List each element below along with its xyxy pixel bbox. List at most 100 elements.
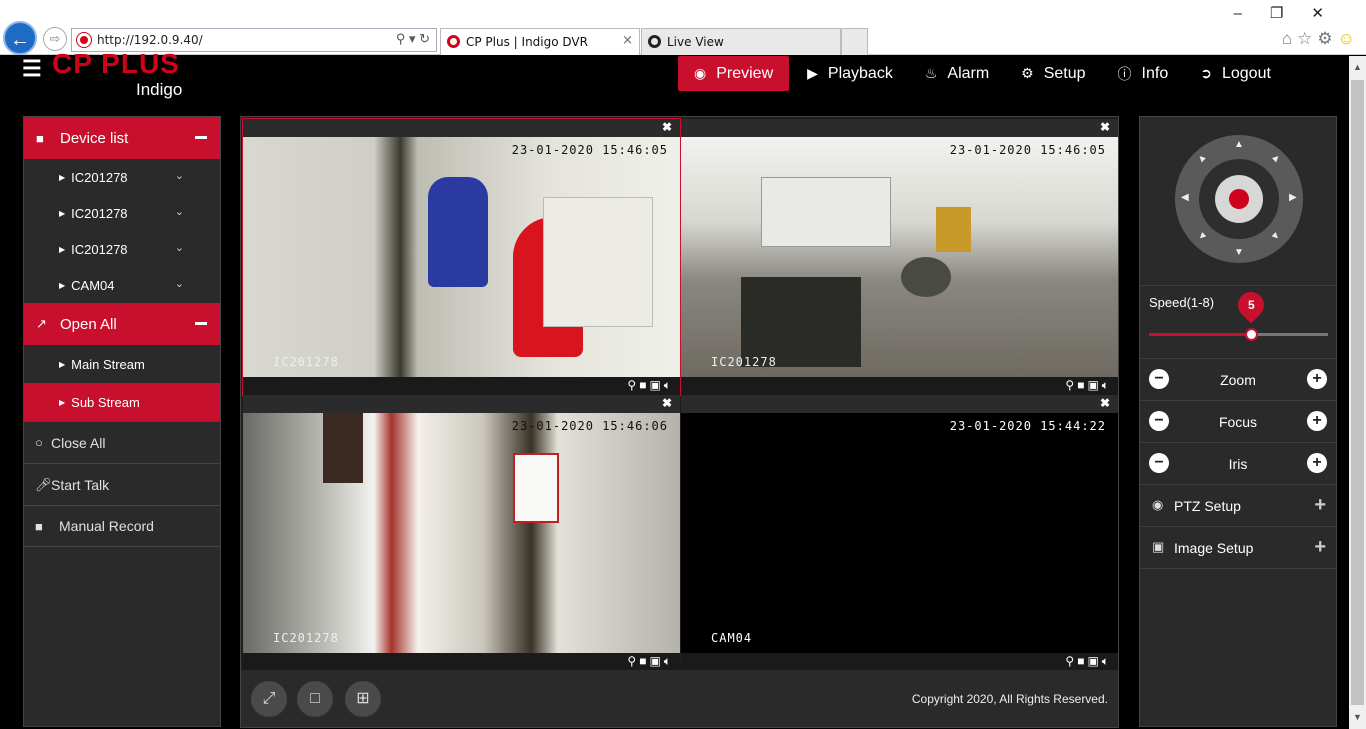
close-icon[interactable]: ✖ bbox=[662, 120, 672, 134]
device-item[interactable]: ▶ IC201278 ⌄ bbox=[24, 195, 220, 231]
video-cell-1[interactable]: ✖ 23-01-2020 15:46:05 IC201278 ⚲■▣🔈︎ bbox=[242, 118, 681, 396]
nav-info[interactable]: ⓘ Info bbox=[1104, 56, 1183, 91]
collapse-icon[interactable] bbox=[195, 322, 207, 325]
zoom-icon[interactable]: ⚲ bbox=[627, 654, 639, 668]
start-talk-button[interactable]: 🎤︎ Start Talk bbox=[24, 463, 220, 505]
nav-label: Preview bbox=[716, 64, 774, 82]
video-feed[interactable]: 23-01-2020 15:44:22 CAM04 bbox=[681, 413, 1118, 653]
audio-icon[interactable]: 🔈︎ bbox=[664, 378, 674, 392]
nav-alarm[interactable]: ♨ Alarm bbox=[911, 56, 1003, 91]
arrow-down-icon[interactable]: ▼ bbox=[1234, 247, 1244, 258]
device-item[interactable]: ▶ IC201278 ⌄ bbox=[24, 231, 220, 267]
arrow-up-right-icon[interactable]: ▲ bbox=[1269, 151, 1284, 166]
arrow-down-left-icon[interactable]: ▼ bbox=[1195, 229, 1210, 244]
arrow-right-icon[interactable]: ▶ bbox=[1289, 192, 1297, 203]
video-timestamp: 23-01-2020 15:46:05 bbox=[949, 143, 1106, 157]
restore-icon[interactable]: ❐ bbox=[1270, 5, 1311, 22]
video-cell-2[interactable]: ✖ 23-01-2020 15:46:05 IC201278 ⚲■▣🔈︎ bbox=[681, 119, 1118, 395]
video-cell-4[interactable]: ✖ 23-01-2020 15:44:22 CAM04 ⚲■▣🔈︎ bbox=[681, 395, 1118, 671]
nav-label: Info bbox=[1141, 64, 1169, 82]
record-icon[interactable]: ■ bbox=[639, 378, 649, 392]
manual-record-button[interactable]: ■ Manual Record bbox=[24, 505, 220, 547]
back-button[interactable]: ← bbox=[3, 21, 37, 55]
close-icon[interactable]: ✖ bbox=[1100, 396, 1110, 410]
logo-mark-icon: ☰ bbox=[22, 56, 42, 81]
caret-right-icon: ▶ bbox=[59, 359, 66, 369]
minimize-icon[interactable]: – bbox=[1234, 5, 1270, 22]
close-icon[interactable]: ✖ bbox=[662, 396, 672, 410]
device-item[interactable]: ▶ CAM04 ⌄ bbox=[24, 267, 220, 303]
audio-icon[interactable]: 🔈︎ bbox=[1102, 654, 1112, 668]
arrow-left-icon[interactable]: ◀ bbox=[1181, 192, 1189, 203]
notice-sign bbox=[513, 453, 559, 523]
nav-logout[interactable]: ➲ Logout bbox=[1186, 56, 1285, 91]
scrollbar-thumb[interactable] bbox=[1351, 80, 1364, 705]
audio-icon[interactable]: 🔈︎ bbox=[1102, 378, 1112, 392]
settings-gear-icon[interactable]: ⚙ bbox=[1317, 29, 1337, 48]
zoom-icon[interactable]: ⚲ bbox=[627, 378, 639, 392]
single-view-button[interactable]: □ bbox=[297, 681, 333, 717]
chevron-down-icon[interactable]: ⌄ bbox=[175, 241, 184, 254]
ptz-setup-row[interactable]: ◉ PTZ Setup + bbox=[1140, 484, 1336, 527]
home-icon[interactable]: ⌂ bbox=[1282, 29, 1297, 48]
video-feed[interactable]: 23-01-2020 15:46:06 IC201278 bbox=[243, 413, 680, 653]
scroll-up-icon[interactable]: ▲ bbox=[1353, 62, 1362, 72]
cell-toolbar: ⚲■▣🔈︎ bbox=[681, 653, 1118, 671]
speed-slider[interactable]: 5 bbox=[1149, 286, 1328, 341]
device-item[interactable]: ▶ IC201278 ⌄ bbox=[24, 159, 220, 195]
close-tab-icon[interactable]: × bbox=[622, 33, 633, 48]
expand-plus-icon[interactable]: + bbox=[1314, 494, 1326, 517]
chevron-down-icon[interactable]: ⌄ bbox=[175, 277, 184, 290]
record-icon[interactable]: ■ bbox=[1077, 654, 1087, 668]
expand-plus-icon[interactable]: + bbox=[1314, 536, 1326, 559]
focus-control: − Focus + bbox=[1140, 400, 1336, 442]
video-cell-3[interactable]: ✖ 23-01-2020 15:46:06 IC201278 ⚲■▣🔈︎ bbox=[243, 395, 680, 671]
stream-sub[interactable]: ▶ Sub Stream bbox=[24, 383, 220, 421]
stream-main[interactable]: ▶ Main Stream bbox=[24, 345, 220, 383]
record-icon[interactable]: ■ bbox=[639, 654, 649, 668]
chevron-down-icon[interactable]: ⌄ bbox=[175, 169, 184, 182]
browser-toolbar-icons[interactable]: ⌂☆⚙☺ bbox=[1282, 29, 1360, 49]
browser-tab-dvr[interactable]: CP Plus | Indigo DVR × bbox=[440, 28, 640, 55]
quad-view-button[interactable]: ⊞ bbox=[345, 681, 381, 717]
chevron-down-icon[interactable]: ⌄ bbox=[175, 205, 184, 218]
snapshot-icon[interactable]: ▣ bbox=[1087, 654, 1101, 668]
snapshot-icon[interactable]: ▣ bbox=[1087, 378, 1101, 392]
video-grid: ✖ 23-01-2020 15:46:05 IC201278 ⚲■▣🔈︎ ✖ 2… bbox=[240, 116, 1119, 728]
nav-preview[interactable]: ◉ Preview bbox=[678, 56, 790, 91]
snapshot-icon[interactable]: ▣ bbox=[649, 378, 663, 392]
nav-setup[interactable]: ⚙ Setup bbox=[1007, 56, 1099, 91]
search-refresh-icon[interactable]: ⚲ ▾ ↻ bbox=[396, 31, 430, 47]
open-all-header[interactable]: ↗ Open All bbox=[24, 303, 220, 345]
focus-plus-button[interactable]: + bbox=[1307, 411, 1327, 431]
collapse-icon[interactable] bbox=[195, 136, 207, 139]
close-all-button[interactable]: ○ Close All bbox=[24, 421, 220, 463]
iris-plus-button[interactable]: + bbox=[1307, 453, 1327, 473]
page-scrollbar[interactable]: ▲ ▼ bbox=[1349, 56, 1366, 729]
zoom-icon[interactable]: ⚲ bbox=[1065, 378, 1077, 392]
video-feed[interactable]: 23-01-2020 15:46:05 IC201278 bbox=[243, 137, 680, 377]
close-icon[interactable]: ✖ bbox=[1100, 120, 1110, 134]
new-tab-button[interactable] bbox=[841, 28, 868, 55]
snapshot-icon[interactable]: ▣ bbox=[649, 654, 663, 668]
fullscreen-button[interactable]: ⤢ bbox=[251, 681, 287, 717]
favorites-star-icon[interactable]: ☆ bbox=[1297, 29, 1317, 48]
arrow-down-right-icon[interactable]: ▼ bbox=[1269, 229, 1284, 244]
audio-icon[interactable]: 🔈︎ bbox=[664, 654, 674, 668]
nav-playback[interactable]: ▶ Playback bbox=[793, 56, 907, 91]
zoom-in-button[interactable]: + bbox=[1307, 369, 1327, 389]
browser-tab-live-view[interactable]: Live View bbox=[641, 28, 841, 55]
arrow-up-left-icon[interactable]: ▲ bbox=[1195, 151, 1210, 166]
scroll-down-icon[interactable]: ▼ bbox=[1353, 712, 1362, 722]
speed-slider-handle[interactable] bbox=[1245, 328, 1259, 341]
zoom-icon[interactable]: ⚲ bbox=[1065, 654, 1077, 668]
image-setup-row[interactable]: ▣ Image Setup + bbox=[1140, 526, 1336, 569]
window-controls[interactable]: –❐✕ bbox=[1234, 4, 1352, 22]
close-window-icon[interactable]: ✕ bbox=[1311, 5, 1352, 22]
video-feed[interactable]: 23-01-2020 15:46:05 IC201278 bbox=[681, 137, 1118, 377]
ptz-direction-pad[interactable]: ▲ ▼ ◀ ▶ ▲ ▲ ▼ ▼ bbox=[1175, 135, 1303, 263]
record-icon[interactable]: ■ bbox=[1077, 378, 1087, 392]
arrow-up-icon[interactable]: ▲ bbox=[1234, 139, 1244, 150]
smiley-icon[interactable]: ☺ bbox=[1338, 29, 1360, 48]
device-list-header[interactable]: ■ Device list bbox=[24, 117, 220, 159]
